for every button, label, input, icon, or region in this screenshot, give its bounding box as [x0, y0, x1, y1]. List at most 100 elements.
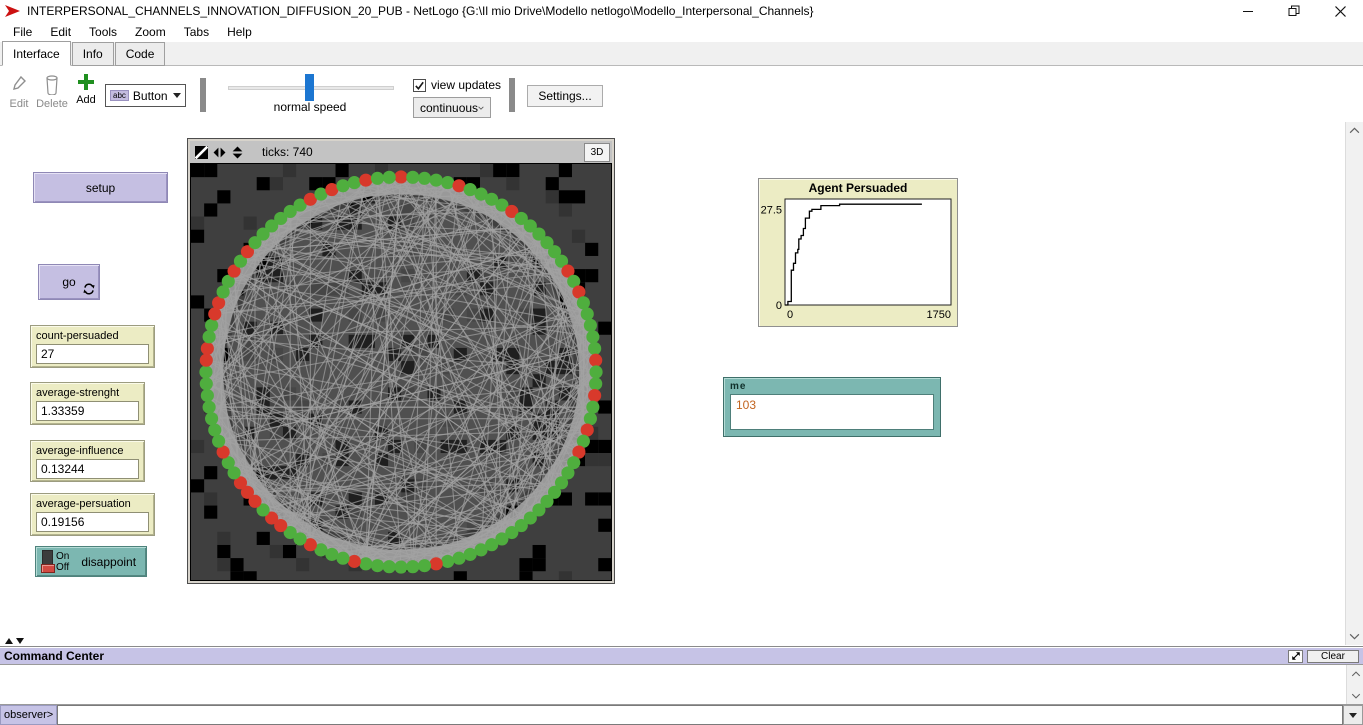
tab-interface[interactable]: Interface [2, 41, 71, 66]
view-resize-icon[interactable] [195, 146, 208, 159]
menu-help[interactable]: Help [220, 23, 259, 41]
scroll-up-icon[interactable] [1347, 665, 1363, 682]
canvas-vertical-scrollbar[interactable] [1345, 122, 1363, 645]
restore-button[interactable] [1271, 0, 1317, 22]
view-updates-label: view updates [431, 78, 501, 92]
menu-file[interactable]: File [6, 23, 39, 41]
menu-zoom[interactable]: Zoom [128, 23, 173, 41]
chevron-down-icon [478, 104, 484, 112]
3d-view-button[interactable]: 3D [584, 143, 610, 162]
observer-row: observer> [0, 705, 1363, 725]
switch-on-label: On [56, 551, 69, 562]
title-bar: INTERPERSONAL_CHANNELS_INNOVATION_DIFFUS… [0, 0, 1363, 22]
view-updates-control[interactable]: view updates [413, 78, 501, 92]
ticks-counter: ticks: 740 [262, 145, 584, 159]
splitter-up-icon[interactable] [5, 638, 13, 644]
toolbar-separator [509, 78, 515, 112]
monitor-average-persuation: average-persuation 0.19156 [30, 493, 155, 536]
command-center-output[interactable] [0, 664, 1363, 705]
switch-handle-off[interactable] [41, 564, 55, 573]
svg-text:0: 0 [776, 300, 782, 312]
add-widget-label: Add [72, 94, 100, 106]
edit-widget-button[interactable]: Edit [4, 75, 34, 110]
command-center-header: Command Center Clear [0, 647, 1363, 664]
netlogo-window: INTERPERSONAL_CHANNELS_INNOVATION_DIFFUS… [0, 0, 1363, 725]
switch-label: disappoint [81, 555, 136, 569]
pencil-icon [11, 75, 27, 95]
setup-button[interactable]: setup [33, 172, 168, 203]
monitor-average-strenght: average-strenght 1.33359 [30, 382, 145, 425]
trash-icon [45, 75, 59, 95]
update-mode-value: continuous [420, 101, 478, 115]
edit-widget-label: Edit [4, 98, 34, 110]
minimize-button[interactable] [1225, 0, 1271, 22]
command-history-dropdown[interactable] [1343, 705, 1363, 725]
menu-edit[interactable]: Edit [43, 23, 78, 41]
interface-canvas: setup go count-persuaded 27 average-stre… [0, 122, 1345, 646]
world-2d-view[interactable] [190, 163, 612, 581]
monitor-label: average-persuation [36, 498, 149, 510]
scroll-down-icon[interactable] [1347, 687, 1363, 704]
input-box-label: me [730, 381, 934, 392]
splitter-down-icon[interactable] [16, 638, 24, 644]
menu-bar: File Edit Tools Zoom Tabs Help [0, 22, 1363, 42]
speed-slider-label: normal speed [240, 100, 380, 114]
tab-info[interactable]: Info [72, 42, 114, 66]
command-input[interactable] [57, 705, 1343, 725]
monitor-label: average-influence [36, 445, 139, 457]
speed-slider-handle[interactable] [305, 74, 314, 101]
interface-toolbar: Edit Delete Add abc Button normal speed [0, 67, 1363, 122]
switch-slot[interactable] [42, 550, 53, 573]
tab-code[interactable]: Code [115, 42, 166, 66]
monitor-value: 27 [36, 344, 149, 364]
delete-widget-label: Delete [34, 98, 70, 110]
delete-widget-button[interactable]: Delete [34, 75, 70, 110]
forever-icon [83, 283, 95, 295]
svg-text:0: 0 [787, 309, 793, 321]
command-center-splitter[interactable] [5, 638, 24, 644]
expand-command-center-button[interactable] [1288, 650, 1303, 663]
tab-strip: Interface Info Code [0, 42, 1363, 66]
checkmark-icon [414, 80, 425, 91]
svg-text:27.5: 27.5 [761, 204, 782, 216]
vertical-arrows-icon[interactable] [231, 146, 244, 159]
monitor-label: count-persuaded [36, 330, 149, 342]
world-view-header: ticks: 740 3D [190, 141, 612, 163]
input-box-value[interactable]: 103 [730, 394, 934, 430]
agent-persuaded-plot: Agent Persuaded 0 27.5 0 1750 [758, 178, 958, 327]
monitor-label: average-strenght [36, 387, 139, 399]
monitor-value: 1.33359 [36, 401, 139, 421]
netlogo-logo-icon [5, 4, 21, 18]
view-updates-checkbox[interactable] [413, 79, 426, 92]
settings-button[interactable]: Settings... [527, 85, 603, 107]
observer-prompt: observer> [0, 705, 57, 725]
world-view: ticks: 740 3D [187, 138, 615, 584]
go-button-label: go [62, 275, 75, 289]
widget-type-dropdown[interactable]: abc Button [105, 84, 186, 107]
add-widget-button[interactable]: Add [72, 73, 100, 106]
go-button[interactable]: go [38, 264, 100, 300]
window-title: INTERPERSONAL_CHANNELS_INNOVATION_DIFFUS… [27, 4, 1225, 18]
svg-text:1750: 1750 [927, 309, 951, 321]
command-center-title: Command Center [0, 649, 1288, 663]
button-widget-icon: abc [110, 90, 129, 101]
close-button[interactable] [1317, 0, 1363, 22]
monitor-value: 0.13244 [36, 459, 139, 479]
clear-button[interactable]: Clear [1307, 650, 1359, 663]
toolbar-separator [200, 78, 206, 112]
horizontal-arrows-icon[interactable] [213, 146, 226, 159]
menu-tools[interactable]: Tools [82, 23, 124, 41]
update-mode-dropdown[interactable]: continuous [413, 97, 491, 118]
chevron-down-icon [173, 93, 181, 98]
expand-diagonal-icon [1291, 651, 1301, 661]
scroll-up-icon[interactable] [1346, 122, 1363, 139]
me-input-box[interactable]: me 103 [723, 377, 941, 437]
setup-button-label: setup [86, 181, 115, 195]
plot-title: Agent Persuaded [759, 179, 957, 195]
output-scrollbar[interactable] [1346, 665, 1363, 704]
disappoint-switch[interactable]: On Off disappoint [35, 546, 147, 577]
menu-tabs[interactable]: Tabs [177, 23, 216, 41]
scroll-down-icon[interactable] [1346, 628, 1363, 645]
command-center: Command Center Clear obs [0, 646, 1363, 725]
monitor-average-influence: average-influence 0.13244 [30, 440, 145, 482]
